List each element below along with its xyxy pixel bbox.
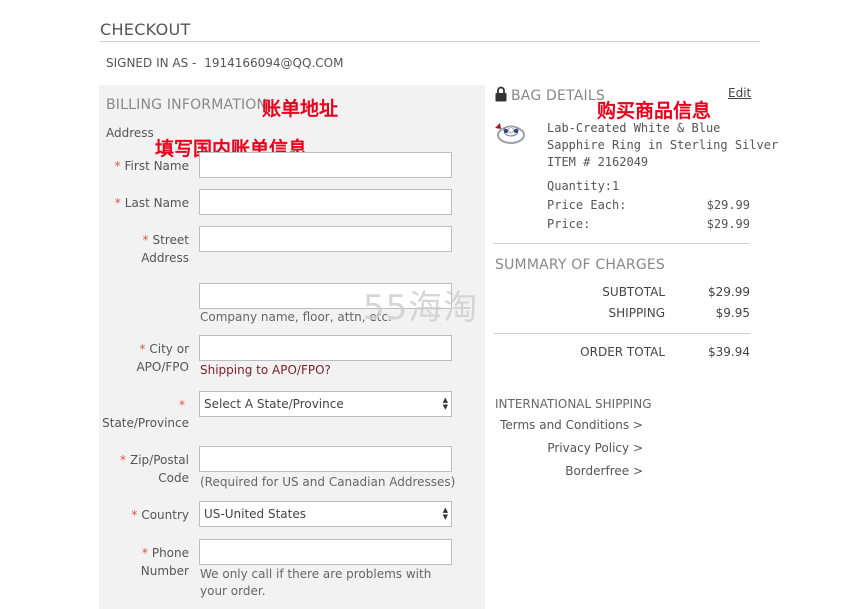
signed-in-label: SIGNED IN AS - (106, 56, 197, 70)
price-value: $29.99 (706, 217, 750, 231)
shipping-value: $9.95 (715, 306, 750, 320)
price-each-label: Price Each: (547, 198, 627, 212)
country-label: * Country (131, 508, 189, 522)
last-name-label: * Last Name (114, 196, 189, 210)
required-mark: * (142, 233, 149, 247)
billing-title: BILLING INFORMATION (106, 97, 268, 113)
required-mark: * (179, 398, 185, 412)
bag-details-title: BAG DETAILS (511, 88, 605, 104)
street-address-label: * Street Address (141, 233, 189, 265)
summary-title: SUMMARY OF CHARGES (495, 257, 666, 273)
required-mark: * (131, 508, 138, 522)
page-title: CHECKOUT (100, 20, 191, 39)
lock-icon (495, 86, 507, 106)
zip-input[interactable] (199, 446, 452, 472)
order-total-value: $39.94 (708, 345, 750, 359)
international-title: INTERNATIONAL SHIPPING (495, 397, 652, 411)
first-name-label: * First Name (114, 159, 189, 173)
item-number: ITEM # 2162049 (547, 155, 649, 169)
zip-label: * Zip/Postal Code (119, 453, 189, 485)
required-mark: * (141, 546, 148, 560)
required-mark: * (139, 342, 146, 356)
terms-link[interactable]: Terms and Conditions > (483, 418, 643, 432)
order-total-label: ORDER TOTAL (580, 345, 665, 359)
country-select[interactable]: US-United States ▲ ▼ (199, 501, 452, 527)
ring-thumbnail[interactable] (494, 120, 528, 150)
header-divider (100, 41, 760, 42)
first-name-input[interactable] (199, 152, 452, 178)
select-arrows-icon: ▲ ▼ (442, 506, 448, 521)
item-name-line2: Sapphire Ring in Sterling Silver (547, 138, 779, 152)
state-select[interactable]: Select A State/Province ▲ ▼ (199, 391, 452, 417)
last-name-input[interactable] (199, 189, 452, 215)
price-label: Price: (547, 217, 591, 231)
phone-hint: We only call if there are problems with … (200, 567, 432, 598)
watermark-logo: 55海淘 (363, 288, 479, 328)
summary-divider (494, 333, 750, 334)
item-quantity: Quantity:1 (547, 179, 620, 193)
bag-divider (494, 243, 750, 244)
subtotal-label: SUBTOTAL (602, 285, 665, 299)
privacy-policy-link[interactable]: Privacy Policy > (483, 441, 643, 455)
state-label: * State/Province (102, 398, 189, 430)
phone-label: * Phone Number (140, 546, 189, 578)
edit-bag-link[interactable]: Edit (728, 86, 751, 100)
select-arrows-icon: ▲ ▼ (442, 396, 448, 411)
required-mark: * (114, 196, 121, 210)
required-mark: * (119, 453, 126, 467)
annotation-bag: 购买商品信息 (597, 100, 712, 122)
shipping-label: SHIPPING (608, 306, 665, 320)
annotation-billing-address: 账单地址 (262, 98, 339, 120)
borderfree-link[interactable]: Borderfree > (483, 464, 643, 478)
phone-input[interactable] (199, 539, 452, 565)
item-name-line1: Lab-Created White & Blue (547, 121, 721, 135)
signed-in-email: 1914166094@QQ.COM (204, 56, 344, 70)
apo-fpo-link[interactable]: Shipping to APO/FPO? (200, 363, 331, 377)
street-address-input[interactable] (199, 226, 452, 252)
required-mark: * (114, 159, 121, 173)
item-description: Lab-Created White & Blue Sapphire Ring i… (547, 120, 778, 171)
subtotal-value: $29.99 (708, 285, 750, 299)
zip-hint: (Required for US and Canadian Addresses) (200, 475, 456, 489)
city-label: * City or APO/FPO (136, 342, 189, 374)
price-each-value: $29.99 (706, 198, 750, 212)
city-input[interactable] (199, 335, 452, 361)
signed-in-text: SIGNED IN AS - 1914166094@QQ.COM (106, 56, 343, 70)
address-label: Address (106, 126, 154, 140)
